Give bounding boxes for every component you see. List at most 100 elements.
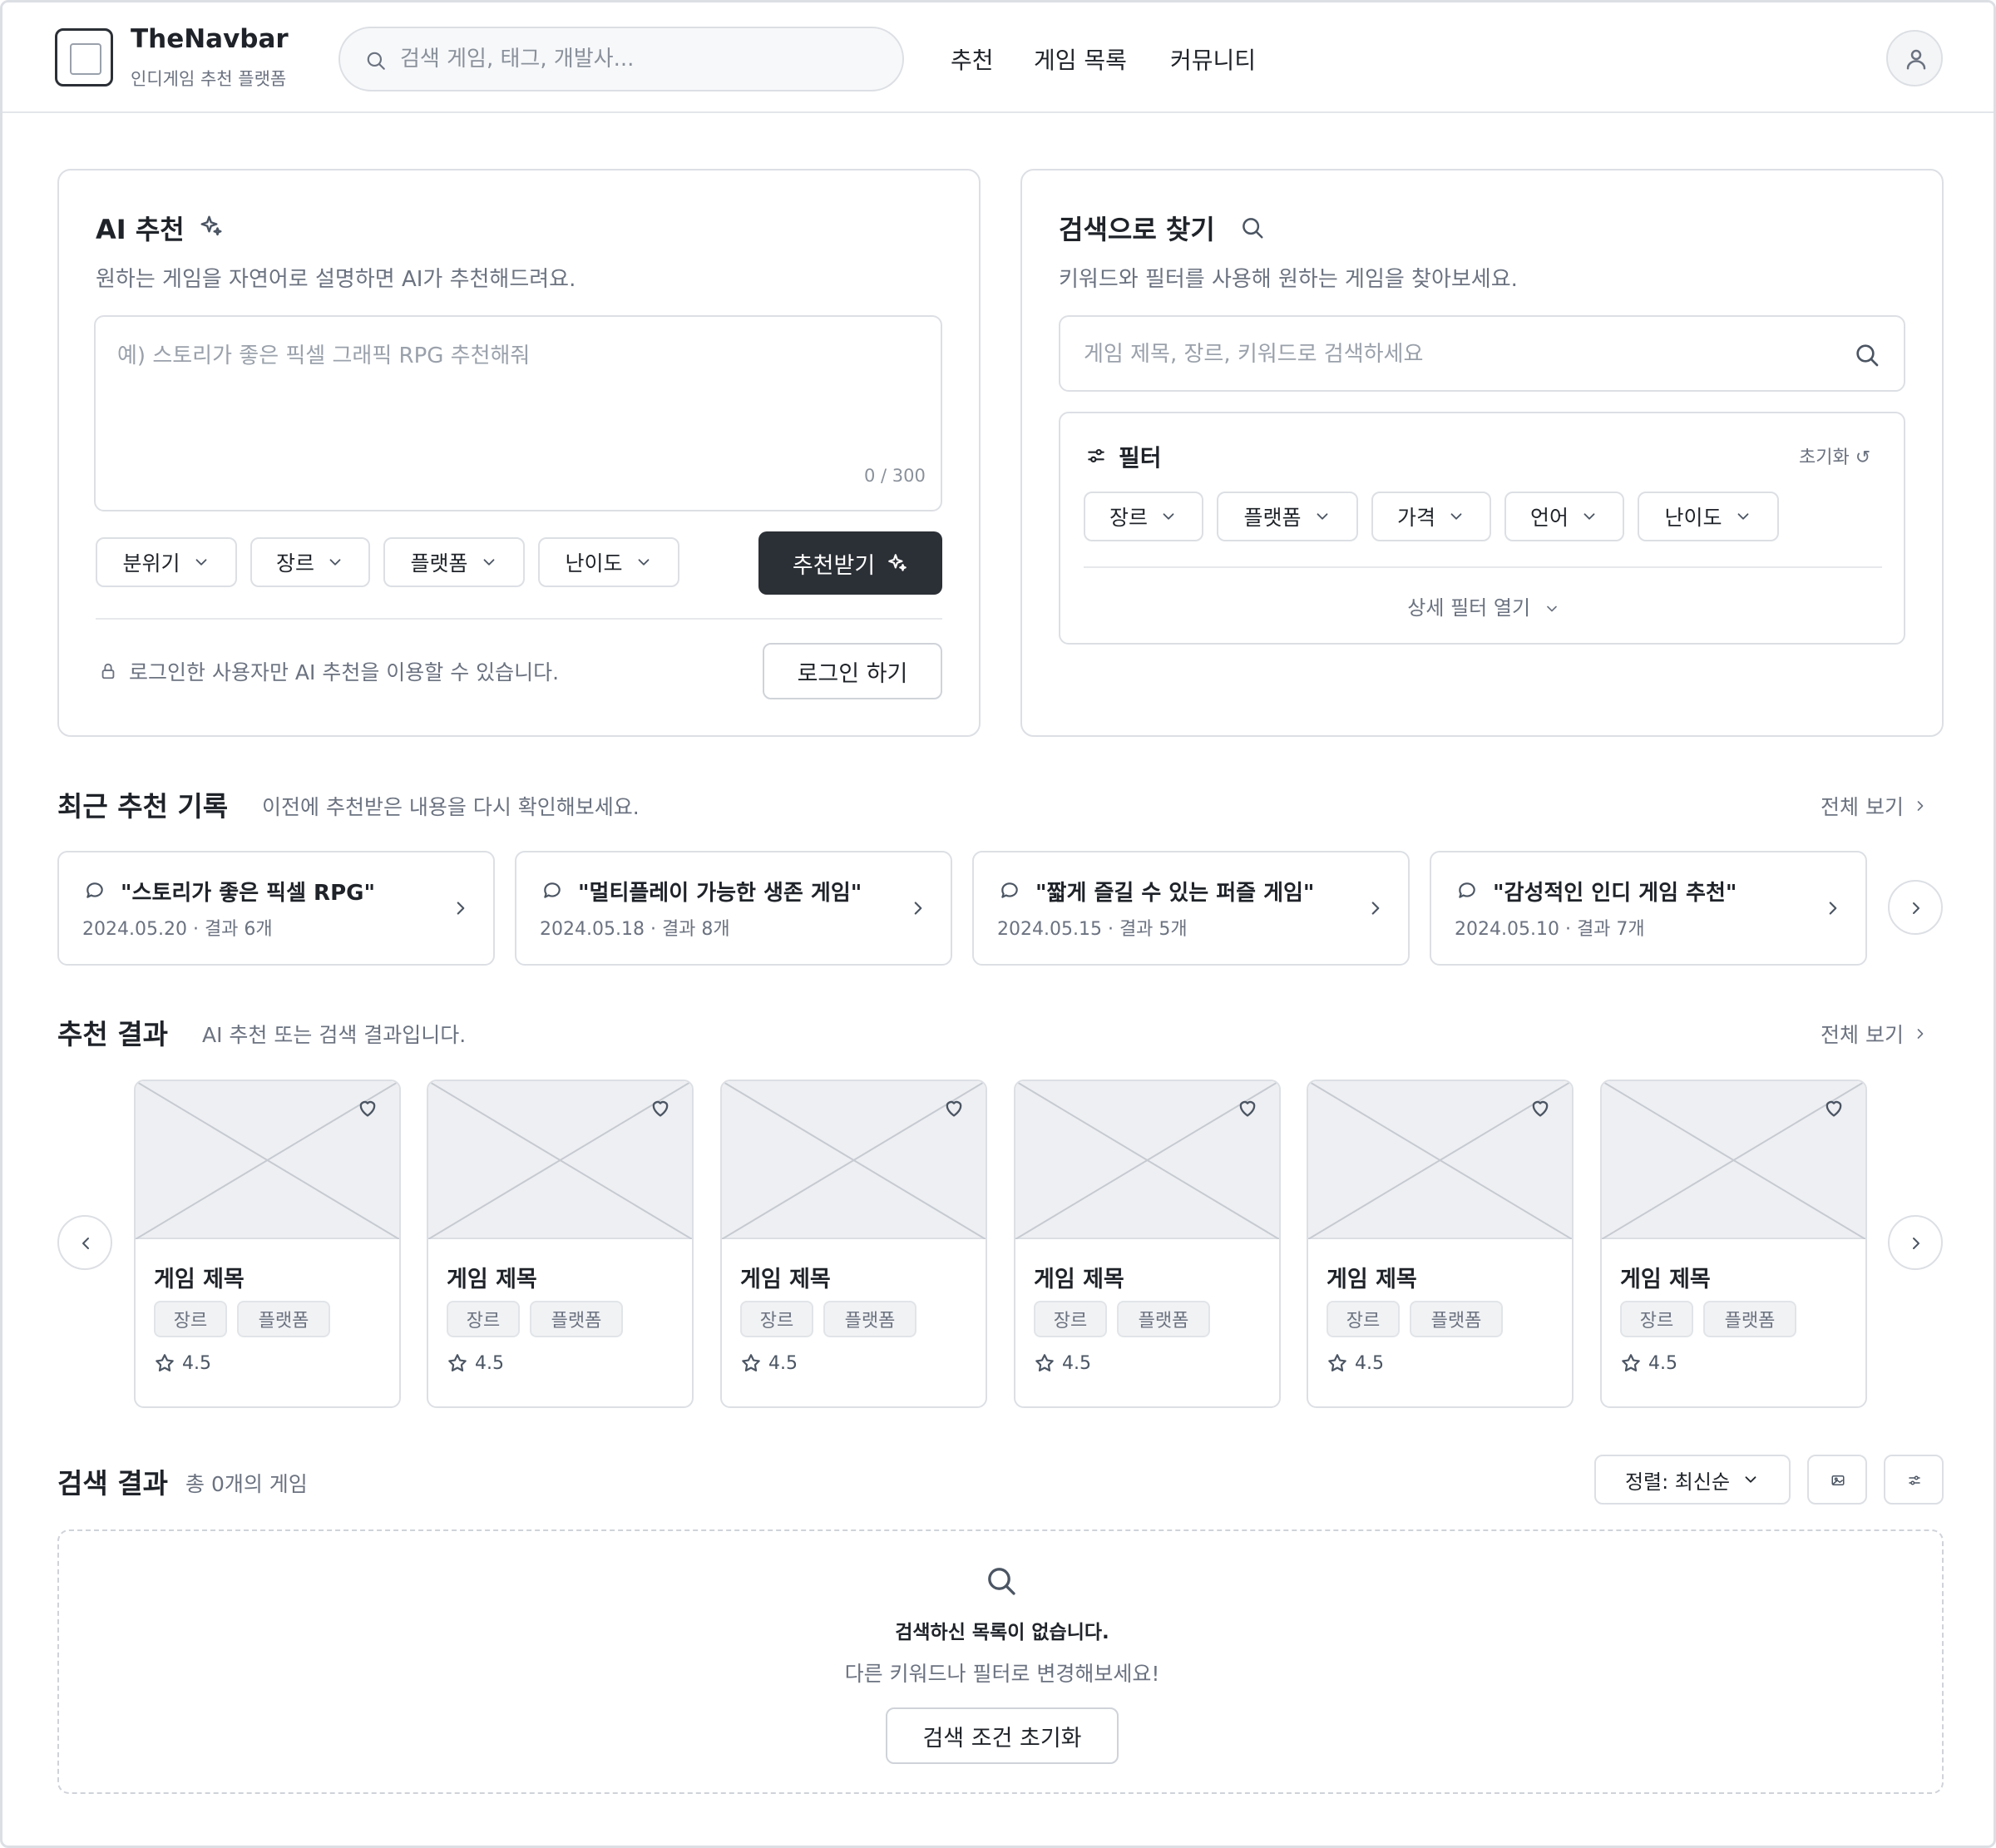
user-icon: [1906, 49, 1926, 70]
chat-bubble-icon: [1456, 879, 1478, 901]
game-card[interactable]: 게임 제목 장르 플랫폼 4.5: [1307, 1080, 1574, 1408]
ai-panel-subtitle: 원하는 게임을 자연어로 설명하면 AI가 추천해드려요.: [96, 267, 576, 292]
filter-language[interactable]: 언어: [1504, 492, 1624, 541]
platform-tag: 플랫폼: [1410, 1301, 1503, 1337]
chevron-down-icon: [638, 559, 649, 566]
search-icon: [985, 1564, 1018, 1598]
login-button[interactable]: 로그인 하기: [763, 643, 942, 699]
genre-select-label: 장르: [275, 551, 314, 576]
game-title: 게임 제목: [740, 1267, 831, 1292]
filter-reset-link[interactable]: 초기화 ↺: [1799, 442, 1870, 469]
game-title: 게임 제목: [1620, 1267, 1711, 1292]
filter-divider: [1084, 566, 1882, 568]
filter-price[interactable]: 가격: [1371, 492, 1491, 541]
open-advanced-filters[interactable]: 상세 필터 열기: [1060, 591, 1907, 620]
platform-tag: 플랫폼: [530, 1301, 623, 1337]
sort-select[interactable]: 정렬: 최신순: [1594, 1455, 1791, 1505]
filter-genre[interactable]: 장르: [1084, 492, 1203, 541]
logo-icon[interactable]: [55, 28, 113, 86]
chevron-right-icon: [1365, 897, 1386, 919]
platform-tag: 플랫폼: [1117, 1301, 1210, 1337]
reset-search-button[interactable]: 검색 조건 초기화: [886, 1707, 1119, 1764]
chat-bubble-icon: [999, 879, 1020, 901]
game-search-field[interactable]: [1059, 315, 1905, 392]
mood-select[interactable]: 분위기: [96, 537, 237, 587]
game-rating-value: 4.5: [1062, 1352, 1091, 1374]
results-next-button[interactable]: [1888, 1215, 1943, 1270]
filter-box: 필터 초기화 ↺ 장르 플랫폼 가격 언어 난이도 상세 필터 열기: [1059, 412, 1905, 645]
filter-title: 필터: [1119, 444, 1162, 472]
search-panel-title: 검색으로 찾기: [1059, 214, 1215, 245]
sort-select-label: 정렬: 최신순: [1624, 1470, 1731, 1494]
search-submit-icon[interactable]: [1854, 342, 1880, 368]
history-meta: 2024.05.10 · 결과 7개: [1455, 919, 1645, 940]
brand-name[interactable]: TheNavbar: [131, 24, 289, 54]
sliders-icon: [1909, 1475, 1920, 1485]
history-card[interactable]: "스토리가 좋은 픽셀 RPG" 2024.05.20 · 결과 6개: [57, 851, 495, 966]
history-card[interactable]: "멀티플레이 가능한 생존 게임" 2024.05.18 · 결과 8개: [515, 851, 952, 966]
star-icon: [448, 1354, 467, 1371]
genre-tag: 장르: [447, 1301, 520, 1337]
game-title: 게임 제목: [1034, 1267, 1124, 1292]
results-see-all-link[interactable]: 전체 보기: [1821, 1019, 1929, 1049]
game-card[interactable]: 게임 제목 장르 플랫폼 4.5: [427, 1080, 694, 1408]
history-see-all-label: 전체 보기: [1821, 795, 1904, 819]
login-required-note: 로그인한 사용자만 AI 추천을 이용할 수 있습니다.: [99, 656, 559, 686]
game-rating: 4.5: [447, 1352, 504, 1374]
difficulty-select[interactable]: 난이도: [538, 537, 679, 587]
platform-select[interactable]: 플랫폼: [383, 537, 525, 587]
filter-difficulty-label: 난이도: [1664, 506, 1722, 530]
filter-difficulty[interactable]: 난이도: [1638, 492, 1779, 541]
difficulty-select-label: 난이도: [565, 551, 623, 576]
history-see-all-link[interactable]: 전체 보기: [1821, 791, 1929, 821]
history-card[interactable]: "감성적인 인디 게임 추천" 2024.05.10 · 결과 7개: [1430, 851, 1867, 966]
history-query: "감성적인 인디 게임 추천": [1493, 881, 1737, 906]
game-card[interactable]: 게임 제목 장르 플랫폼 4.5: [1600, 1080, 1867, 1408]
game-thumbnail: [1308, 1081, 1572, 1239]
chevron-down-icon: [1163, 513, 1174, 520]
game-card[interactable]: 게임 제목 장르 플랫폼 4.5: [134, 1080, 401, 1408]
char-counter: 0 / 300: [864, 466, 926, 486]
genre-tag: 장르: [1034, 1301, 1107, 1337]
ai-prompt-textarea[interactable]: [94, 315, 942, 511]
chevron-right-icon: [1917, 801, 1924, 811]
filter-platform[interactable]: 플랫폼: [1217, 492, 1358, 541]
search-icon: [1240, 215, 1265, 240]
game-rating: 4.5: [1327, 1352, 1384, 1374]
search-results-title: 검색 결과: [57, 1467, 168, 1500]
genre-select[interactable]: 장르: [250, 537, 370, 587]
sparkle-icon: [199, 214, 224, 239]
filter-toggle-button[interactable]: [1884, 1455, 1944, 1505]
get-recommendation-button[interactable]: 추천받기: [758, 531, 942, 595]
history-section-title: 최근 추천 기록: [57, 790, 229, 823]
user-avatar-button[interactable]: [1886, 30, 1943, 86]
history-next-button[interactable]: [1888, 880, 1943, 935]
nav-community[interactable]: 커뮤니티: [1170, 42, 1256, 76]
grid-view-button[interactable]: [1807, 1455, 1867, 1505]
history-card[interactable]: "짧게 즐길 수 있는 퍼즐 게임" 2024.05.15 · 결과 5개: [972, 851, 1410, 966]
history-query: "스토리가 좋은 픽셀 RPG": [121, 881, 376, 906]
sparkle-icon: [888, 554, 907, 571]
chevron-down-icon: [1737, 513, 1748, 520]
results-see-all-label: 전체 보기: [1821, 1023, 1904, 1047]
history-query: "멀티플레이 가능한 생존 게임": [578, 881, 862, 906]
filter-price-label: 가격: [1396, 506, 1435, 530]
filter-platform-label: 플랫폼: [1243, 506, 1302, 530]
global-search-input[interactable]: [400, 40, 882, 78]
get-recommendation-label: 추천받기: [792, 552, 876, 579]
results-prev-button[interactable]: [57, 1215, 112, 1270]
nav-recommend[interactable]: 추천: [951, 42, 994, 76]
nav-game-list[interactable]: 게임 목록: [1034, 42, 1127, 76]
game-card[interactable]: 게임 제목장르 플랫폼 4.5: [1014, 1080, 1281, 1408]
game-search-input[interactable]: [1084, 335, 1816, 373]
chat-bubble-icon: [541, 879, 563, 901]
game-rating: 4.5: [740, 1352, 798, 1374]
game-thumbnail: [1015, 1081, 1279, 1239]
global-search-bar[interactable]: [338, 27, 904, 91]
login-required-text: 로그인한 사용자만 AI 추천을 이용할 수 있습니다.: [129, 660, 560, 684]
app-window: TheNavbar 인디게임 추천 플랫폼 추천 게임 목록 커뮤니티 AI 추…: [0, 0, 1996, 1848]
genre-tag: 장르: [154, 1301, 227, 1337]
game-card[interactable]: 게임 제목 장르 플랫폼 4.5: [720, 1080, 987, 1408]
game-rating-value: 4.5: [182, 1352, 211, 1374]
chevron-right-icon: [907, 897, 929, 919]
